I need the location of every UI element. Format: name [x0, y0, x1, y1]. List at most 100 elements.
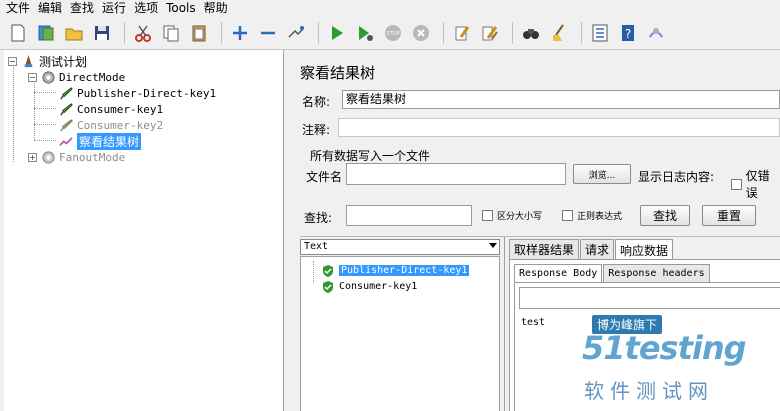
thread-group-icon	[40, 149, 56, 165]
help-icon[interactable]: ?	[616, 21, 640, 45]
menu-file[interactable]: 文件	[6, 0, 30, 16]
renderer-value: Text	[304, 241, 329, 252]
tab-response-headers[interactable]: Response headers	[603, 264, 710, 282]
collapse-icon[interactable]	[256, 21, 280, 45]
tab-request[interactable]: 请求	[580, 239, 615, 259]
success-shield-icon	[323, 264, 333, 277]
sampler-pipette-icon	[58, 101, 74, 117]
search-label: 查找:	[304, 211, 333, 225]
start-no-pause-icon[interactable]	[353, 21, 377, 45]
comment-input[interactable]	[338, 118, 780, 137]
case-sensitive-checkbox[interactable]: 区分大小写	[482, 209, 542, 222]
save-icon[interactable]	[90, 21, 114, 45]
thread-group-icon	[40, 69, 56, 85]
renderer-select[interactable]: Text	[300, 239, 500, 255]
tab-response-data[interactable]: 响应数据	[615, 239, 674, 260]
menu-tools[interactable]: Tools	[166, 0, 196, 16]
find-button[interactable]: 查找	[640, 205, 690, 226]
clear-icon[interactable]	[450, 21, 474, 45]
paste-icon[interactable]	[187, 21, 211, 45]
menu-run[interactable]: 运行	[102, 0, 126, 16]
tab-response-body[interactable]: Response Body	[514, 264, 603, 282]
tree-connector	[34, 140, 56, 141]
response-search-field[interactable]	[519, 287, 780, 309]
tree-connector	[34, 80, 35, 140]
reset-search-icon[interactable]	[547, 21, 571, 45]
toolbar-separator	[443, 21, 444, 44]
result-item-publisher[interactable]: Publisher-Direct-key1	[321, 263, 470, 278]
log-content-label: 显示日志内容:	[638, 170, 715, 184]
case-sensitive-label: 区分大小写	[497, 212, 543, 222]
tree-node-consumer-key1[interactable]: Consumer-key1	[58, 101, 163, 117]
regex-label: 正则表达式	[577, 212, 623, 222]
svg-text:?: ?	[625, 27, 631, 41]
checkbox-box[interactable]	[482, 210, 493, 221]
tree-connector	[34, 108, 56, 109]
collapse-toggle[interactable]: −	[28, 72, 37, 82]
tree-node-label: Consumer-key2	[77, 118, 164, 132]
filename-label: 文件名	[306, 170, 343, 184]
name-label: 名称:	[302, 95, 331, 109]
tree-node-publisher[interactable]: Publisher-Direct-key1	[58, 85, 216, 101]
menu-search[interactable]: 查找	[70, 0, 94, 16]
copy-icon[interactable]	[159, 21, 183, 45]
response-subtabs: Response Body Response headers	[514, 264, 711, 282]
toolbar-separator	[581, 21, 582, 44]
tree-node-consumer-key2[interactable]: Consumer-key2	[58, 117, 163, 133]
collapse-toggle[interactable]: −	[8, 56, 17, 66]
test-plan-icon	[20, 53, 36, 69]
sample-results-list: Publisher-Direct-key1 Consumer-key1	[300, 256, 500, 411]
checkbox-box[interactable]	[731, 178, 742, 190]
stop-icon[interactable]: STOP	[381, 21, 405, 45]
templates-icon[interactable]	[34, 21, 58, 45]
result-item-consumer[interactable]: Consumer-key1	[321, 279, 417, 294]
tree-node-label: Publisher-Direct-key1	[77, 86, 217, 100]
watermark-logo: 博为峰旗下 51testing 软件测试网	[582, 315, 772, 405]
toolbar-separator	[124, 21, 125, 44]
open-icon[interactable]	[62, 21, 86, 45]
chevron-down-icon[interactable]	[489, 243, 497, 248]
search-input[interactable]	[346, 205, 472, 226]
menu-help[interactable]: 帮助	[204, 0, 228, 16]
tree-node-fanoutmode[interactable]: + FanoutMode	[28, 149, 125, 165]
name-input[interactable]: 察看结果树	[342, 90, 780, 109]
expand-icon[interactable]	[228, 21, 252, 45]
regex-checkbox[interactable]: 正则表达式	[562, 209, 622, 222]
browse-button[interactable]: 浏览...	[573, 164, 631, 184]
tab-sampler-result[interactable]: 取样器结果	[509, 239, 580, 259]
menu-bar: 文件 编辑 查找 运行 选项 Tools 帮助	[0, 0, 780, 16]
tree-node-label: Consumer-key1	[77, 102, 164, 116]
write-to-file-group-title: 所有数据写入一个文件	[310, 149, 431, 163]
sampler-pipette-icon	[58, 85, 74, 101]
function-helper-icon[interactable]	[588, 21, 612, 45]
menu-edit[interactable]: 编辑	[38, 0, 62, 16]
shutdown-icon[interactable]	[409, 21, 433, 45]
errors-only-checkbox[interactable]: 仅错误	[731, 167, 780, 201]
search-icon[interactable]	[519, 21, 543, 45]
toggle-icon[interactable]	[284, 21, 308, 45]
tree-node-label: 察看结果树	[77, 132, 142, 150]
remote-icon[interactable]	[644, 21, 668, 45]
new-icon[interactable]	[6, 21, 30, 45]
toolbar-separator	[512, 21, 513, 44]
sampler-pipette-icon	[58, 117, 74, 133]
reset-button[interactable]: 重置	[702, 205, 756, 226]
tree-node-directmode[interactable]: − DirectMode	[28, 69, 125, 85]
response-body-text: test	[521, 317, 546, 328]
tree-node-label: FanoutMode	[59, 150, 126, 164]
clear-all-icon[interactable]	[478, 21, 502, 45]
menu-options[interactable]: 选项	[134, 0, 158, 16]
tree-connector	[13, 62, 14, 162]
start-icon[interactable]	[325, 21, 349, 45]
expand-toggle[interactable]: +	[28, 152, 37, 162]
cut-icon[interactable]	[131, 21, 155, 45]
tree-connector	[34, 92, 56, 93]
checkbox-box[interactable]	[562, 210, 573, 221]
toolbar-separator	[221, 21, 222, 44]
filename-input[interactable]	[346, 163, 566, 185]
tree-node-view-results[interactable]: 察看结果树	[58, 132, 142, 150]
comment-label: 注释:	[302, 123, 331, 137]
tree-node-label: DirectMode	[59, 70, 126, 84]
watermark-brand: 51testing	[582, 329, 747, 367]
tree-node-test-plan[interactable]: − 测试计划	[8, 53, 87, 69]
